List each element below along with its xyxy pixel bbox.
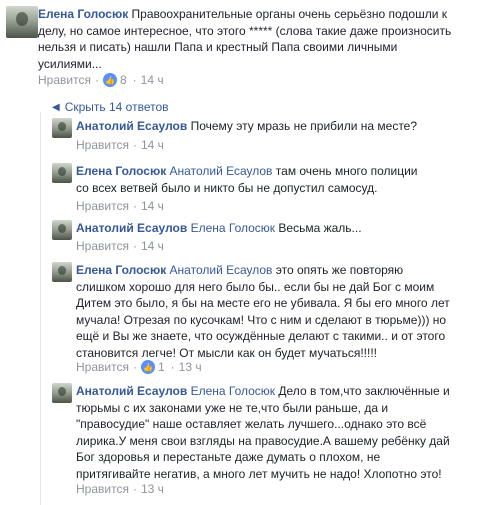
- thread-line: [40, 112, 41, 505]
- comment-author[interactable]: Анатолий Есаулов: [76, 384, 187, 398]
- avatar[interactable]: [52, 262, 72, 282]
- comment-text: Дело в том,что заключённые и тюрьмы с их…: [76, 384, 450, 481]
- comment-time[interactable]: 14 ч: [141, 199, 164, 213]
- comment-author[interactable]: Елена Голосюк: [76, 164, 166, 178]
- like-link[interactable]: Нравится: [76, 360, 129, 374]
- comment-author[interactable]: Елена Голосюк: [76, 263, 166, 277]
- comment-text: Почему эту мразь не прибили на месте?: [190, 119, 418, 133]
- comment-time[interactable]: 14 ч: [141, 239, 164, 253]
- hide-replies-label: Скрыть 14 ответов: [64, 100, 169, 114]
- comment-body: Анатолий Есаулов Елена Голосюк Дело в то…: [76, 383, 456, 482]
- comment-time[interactable]: 14 ч: [141, 73, 164, 87]
- thumbs-up-icon[interactable]: 👍: [140, 360, 155, 374]
- hide-replies-link[interactable]: ◀ Скрыть 14 ответов: [52, 100, 169, 114]
- comment-time[interactable]: 13 ч: [141, 482, 164, 496]
- comment-text: Весьма жаль...: [278, 221, 362, 235]
- arrow-icon: ◀: [52, 101, 60, 113]
- comment-time[interactable]: 14 ч: [141, 138, 164, 152]
- comment-body: Елена Голосюк Анатолий Есаулов там очень…: [76, 163, 421, 196]
- avatar[interactable]: [52, 118, 72, 138]
- like-link[interactable]: Нравится: [76, 239, 129, 253]
- mention-tag[interactable]: Елена Голосюк: [191, 384, 275, 398]
- comment-body: Анатолий Есаулов Почему эту мразь не при…: [76, 118, 496, 135]
- like-link[interactable]: Нравится: [76, 199, 129, 213]
- like-link[interactable]: Нравится: [38, 73, 91, 87]
- comment-author[interactable]: Елена Голосюк: [38, 7, 128, 21]
- mention-tag[interactable]: Елена Голосюк: [191, 221, 275, 235]
- mention-tag[interactable]: Анатолий Есаулов: [170, 164, 273, 178]
- comment-meta: Нравится · 14 ч: [76, 239, 164, 253]
- mention-tag[interactable]: Анатолий Есаулов: [170, 263, 273, 277]
- avatar[interactable]: [52, 163, 72, 183]
- avatar[interactable]: [52, 220, 72, 240]
- comment-meta: Нравится · 👍 1 · 13 ч: [76, 360, 202, 374]
- comment-text: это опять же повторяю слишком хорошо для…: [76, 263, 450, 360]
- comment-time[interactable]: 13 ч: [179, 360, 202, 374]
- avatar[interactable]: [6, 6, 38, 38]
- avatar[interactable]: [52, 383, 72, 403]
- comment-body: Анатолий Есаулов Елена Голосюк Весьма жа…: [76, 220, 496, 237]
- thumbs-up-icon[interactable]: 👍: [102, 73, 117, 87]
- comment-meta: Нравится · 14 ч: [76, 138, 164, 152]
- comment-body: Елена Голосюк Правоохранительные органы …: [38, 6, 458, 72]
- like-count[interactable]: 8: [120, 73, 127, 87]
- like-link[interactable]: Нравится: [76, 138, 129, 152]
- like-link[interactable]: Нравится: [76, 482, 129, 496]
- comment-meta: Нравится · 13 ч: [76, 482, 164, 496]
- comment-meta: Нравится · 14 ч: [76, 199, 164, 213]
- comment-author[interactable]: Анатолий Есаулов: [76, 119, 187, 133]
- comment-meta: Нравится · 👍 8 · 14 ч: [38, 73, 164, 87]
- like-count[interactable]: 1: [158, 360, 165, 374]
- comment-body: Елена Голосюк Анатолий Есаулов это опять…: [76, 262, 451, 361]
- comment-author[interactable]: Анатолий Есаулов: [76, 221, 187, 235]
